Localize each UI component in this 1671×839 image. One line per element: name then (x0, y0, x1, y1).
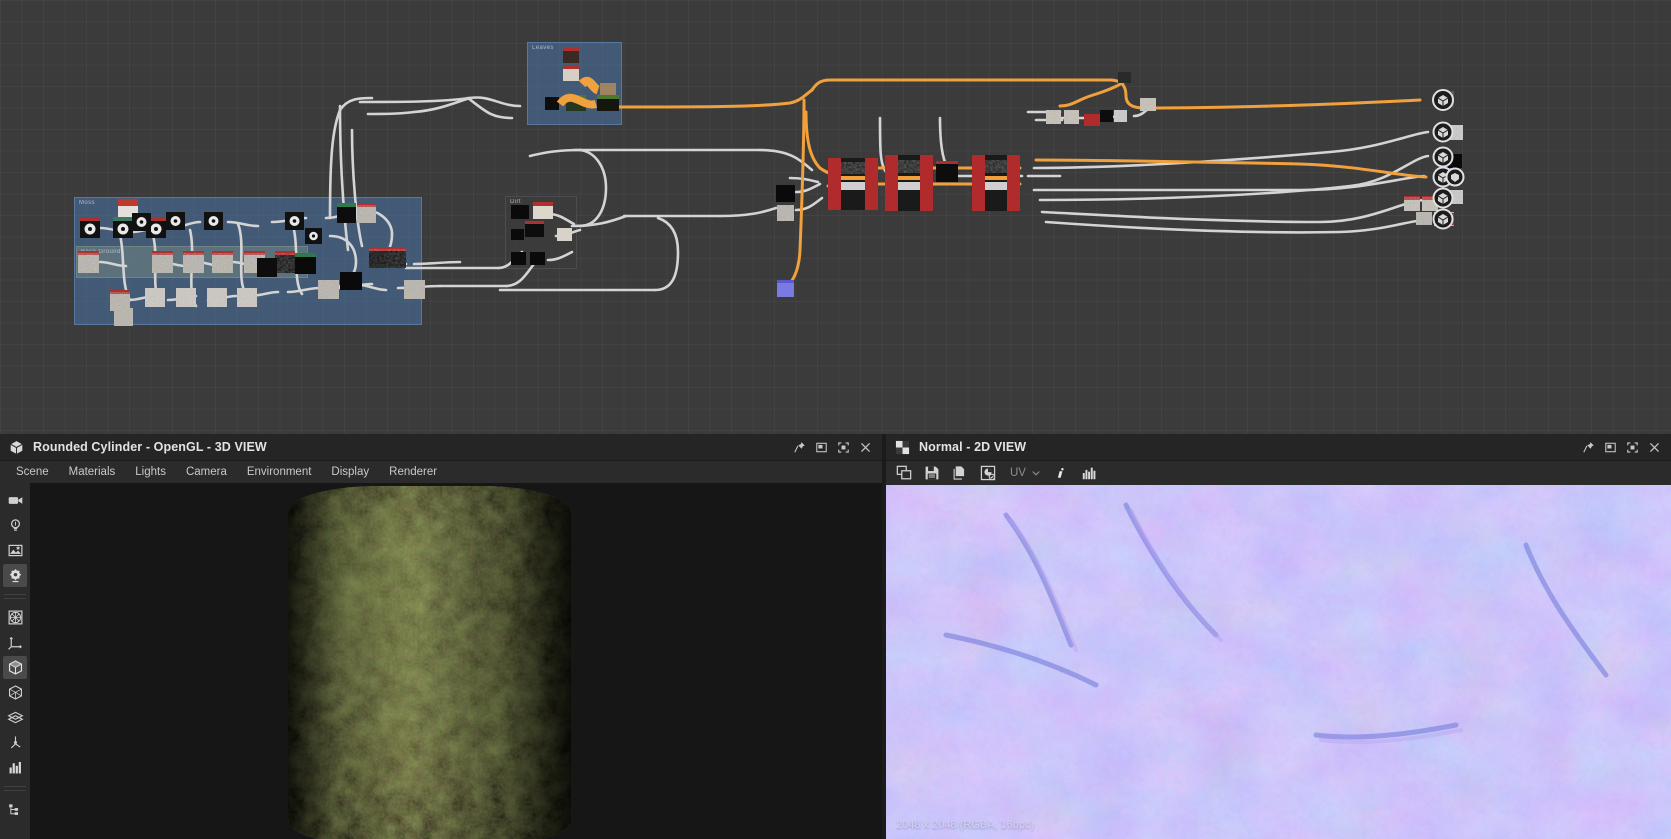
moss-texture (288, 486, 571, 839)
toolbar-divider (4, 790, 26, 791)
3d-view-toolbar (0, 483, 30, 839)
shaded-cube-icon[interactable] (3, 656, 27, 679)
menu-lights[interactable]: Lights (125, 464, 176, 480)
2d-view-toolbar: UV (886, 461, 1671, 485)
camera-icon[interactable] (3, 489, 27, 512)
histogram-icon[interactable] (1077, 463, 1101, 484)
tripod-normals-icon[interactable] (3, 731, 27, 754)
3d-view-menubar: Scene Materials Lights Camera Environmen… (0, 461, 882, 483)
bottom-panels: Rounded Cylinder - OpenGL - 3D VIEW Scen… (0, 434, 1671, 839)
toolbar-divider (4, 594, 26, 595)
normal-map-image (886, 485, 1671, 839)
3d-view-title: Rounded Cylinder - OpenGL - 3D VIEW (33, 440, 267, 454)
menu-environment[interactable]: Environment (237, 464, 322, 480)
dock-icon[interactable] (1599, 436, 1621, 458)
maximize-icon[interactable] (1621, 436, 1643, 458)
toolbar-divider (4, 786, 26, 787)
mesh-rounded-cylinder (288, 486, 571, 839)
2d-view-title: Normal - 2D VIEW (919, 440, 1027, 454)
close-icon[interactable] (854, 436, 876, 458)
uv-sphere-icon[interactable] (3, 606, 27, 629)
copy-icon[interactable] (948, 463, 972, 484)
2d-viewport[interactable]: 2048 x 2048 (RGBA, 16bpc) (886, 485, 1671, 839)
wireframe-cube-icon[interactable] (3, 681, 27, 704)
histogram-icon[interactable] (3, 756, 27, 779)
subdivision-icon[interactable] (3, 706, 27, 729)
panel-2d-view: Normal - 2D VIEW UV 2048 x 2048 (RGBA, 1… (886, 434, 1671, 839)
pin-icon[interactable] (788, 436, 810, 458)
menu-camera[interactable]: Camera (176, 464, 237, 480)
scene-tree-icon[interactable] (3, 798, 27, 821)
menu-scene[interactable]: Scene (6, 464, 59, 480)
substance-designer-window: Moss Base Ground Leaves Dirt Rounded Cyl… (0, 0, 1671, 839)
info-icon[interactable] (1049, 463, 1073, 484)
2d-view-titlebar: Normal - 2D VIEW (886, 434, 1671, 461)
menu-renderer[interactable]: Renderer (379, 464, 447, 480)
save-icon[interactable] (920, 463, 944, 484)
uv-mode-dropdown[interactable]: UV (1004, 463, 1045, 484)
image-info-text: 2048 x 2048 (RGBA, 16bpc) (896, 819, 1035, 831)
dock-icon[interactable] (810, 436, 832, 458)
chevron-down-icon (1032, 471, 1040, 476)
node-graph-canvas[interactable]: Moss Base Ground Leaves Dirt (0, 0, 1671, 434)
panel-3d-view: Rounded Cylinder - OpenGL - 3D VIEW Scen… (0, 434, 882, 839)
maximize-icon[interactable] (832, 436, 854, 458)
pin-icon[interactable] (1577, 436, 1599, 458)
checker-icon (895, 440, 910, 455)
graph-wires (78, 47, 1465, 326)
material-settings-icon[interactable] (3, 564, 27, 587)
uv-mode-label: UV (1010, 467, 1026, 479)
close-icon[interactable] (1643, 436, 1665, 458)
menu-display[interactable]: Display (321, 464, 379, 480)
export-image-icon[interactable] (976, 463, 1000, 484)
light-bulb-icon[interactable] (3, 514, 27, 537)
3d-viewport[interactable] (30, 483, 882, 839)
menu-materials[interactable]: Materials (59, 464, 126, 480)
toolbar-divider (4, 598, 26, 599)
environment-image-icon[interactable] (3, 539, 27, 562)
cube-icon (9, 440, 24, 455)
axis-gizmo-icon[interactable] (3, 631, 27, 654)
new-view-icon[interactable] (892, 463, 916, 484)
3d-view-titlebar: Rounded Cylinder - OpenGL - 3D VIEW (0, 434, 882, 461)
